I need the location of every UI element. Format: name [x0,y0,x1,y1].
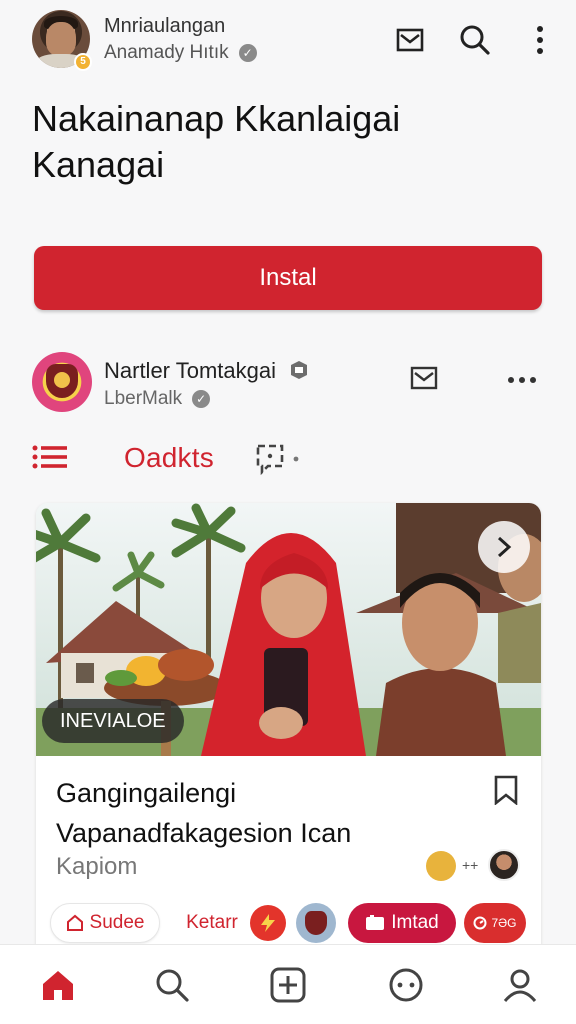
channel-more-button[interactable] [502,360,542,400]
save-label: Sudee [89,912,145,933]
more-options-button[interactable] [520,20,560,60]
share-button[interactable]: Ketarr [182,903,242,943]
search-icon [156,969,189,1002]
reactor-avatar [488,849,520,881]
bookmark-button[interactable] [492,775,520,810]
tab-active[interactable]: Oadkts [124,442,214,474]
channel-name[interactable]: Nartler Tomtakgai [104,358,310,384]
bottom-navigation [0,944,576,1024]
mail-icon [396,28,424,52]
channel-badge-icon [291,361,308,379]
limited-button[interactable]: Imtad [348,903,456,943]
channel-name-text: Nartler Tomtakgai [104,358,276,383]
clap-icon [426,851,456,881]
chat-icon [256,444,299,476]
count-button[interactable]: 7ƏG [464,903,526,943]
bookmark-icon [494,775,518,806]
profile-subtitle: Anamady Hıtık ✓ [104,42,257,64]
list-icon [32,445,67,469]
emblem-icon [305,911,327,935]
post-image[interactable]: INEVIALOE [36,503,541,756]
home-icon [43,971,73,1000]
channel-subtitle: LberMalk ✓ [104,388,211,410]
app-screen: 5 Mnriaulangan Anamady Hıtık ✓ Nakainana… [0,0,576,1024]
chat-icon [389,968,423,1002]
search-icon [460,25,490,55]
post-title-line2: Vapanadfakagesion Ican [56,818,352,848]
nav-search[interactable] [150,963,194,1007]
nav-messages[interactable] [384,963,428,1007]
install-button[interactable]: Instal [34,246,542,310]
post-card[interactable]: INEVIALOE Gangingailengi Vapanadfakagesi… [36,503,541,963]
avatar-badge: 5 [74,53,92,71]
mail-icon [410,366,438,390]
ticket-icon [366,915,385,930]
search-button[interactable] [455,20,495,60]
image-badge: INEVIALOE [42,699,184,743]
profile-subtitle-text: Anamady Hıtık [104,42,229,63]
channel-logo[interactable] [32,352,92,412]
timer-icon [473,916,487,930]
page-title: Nakainanap Kkanlaigai Kanagai [32,96,532,188]
chevron-right-icon [497,536,512,558]
more-horizontal-icon [508,377,536,383]
verified-icon: ✓ [192,389,211,408]
profile-icon [503,969,537,1002]
tab-chat[interactable] [254,442,302,483]
profile-header: 5 Mnriaulangan Anamady Hıtık ✓ [0,0,576,86]
channel-subtitle-text: LberMalk [104,388,183,409]
emblem-button[interactable] [296,903,336,943]
nav-home[interactable] [36,963,80,1007]
reaction-plus: ++ [462,857,479,873]
limited-label: Imtad [391,912,439,933]
bolt-icon [261,914,275,932]
save-button[interactable]: Sudee [50,903,160,943]
content-tabs: Oadkts [32,438,542,482]
add-icon [270,967,306,1003]
tab-list[interactable] [32,444,68,475]
more-vertical-icon [537,26,543,54]
post-actions: Sudee Ketarr Imtad 7ƏG [50,903,540,947]
next-image-button[interactable] [478,521,530,573]
count-label: 7ƏG [491,916,517,930]
verified-icon: ✓ [238,43,257,62]
post-meta: Kapiom [56,853,138,880]
nav-add[interactable] [266,963,310,1007]
post-title-line1: Gangingailengi [56,778,237,808]
mail-button[interactable] [390,20,430,60]
fire-button[interactable] [250,905,286,941]
post-title[interactable]: Gangingailengi Vapanadfakagesion Ican [56,773,476,853]
reactions[interactable]: ++ [426,849,526,885]
home-outline-icon [66,914,83,931]
nav-profile[interactable] [498,963,542,1007]
page-title-line2: Kanagai [32,144,165,185]
page-title-line1: Nakainanap Kkanlaigai [32,98,401,139]
profile-name[interactable]: Mnriaulangan [104,15,225,38]
channel-mail-button[interactable] [404,358,444,398]
